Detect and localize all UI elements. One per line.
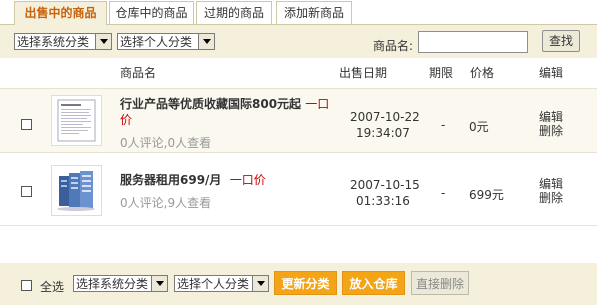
bulk-system-category-value: 选择系统分类	[76, 277, 149, 291]
select-all-checkbox[interactable]	[21, 280, 32, 291]
header-term: 期限	[429, 66, 454, 80]
server-rack-icon	[57, 171, 95, 211]
table-row: 服务器租用699/月 一口价 0人评论,9人查看 2007-10-15 01:3…	[0, 161, 597, 226]
product-title[interactable]: 行业产品等优质收藏国际800元起 一口价	[120, 96, 335, 128]
header-name: 商品名	[120, 66, 157, 80]
sale-time: 01:33:16	[356, 194, 410, 208]
price-type-tag: 一口价	[229, 173, 266, 187]
search-input[interactable]	[418, 31, 528, 53]
table-row: 行业产品等优质收藏国际800元起 一口价 0人评论,0人查看 2007-10-2…	[0, 88, 597, 153]
header-price: 价格	[470, 66, 495, 80]
update-category-button[interactable]: 更新分类	[274, 271, 337, 295]
product-thumbnail[interactable]	[51, 165, 102, 216]
term-value: -	[441, 118, 446, 132]
price-value: 699元	[469, 188, 504, 202]
chevron-down-icon	[198, 34, 214, 49]
header-edit: 编辑	[539, 66, 564, 80]
tab-expired[interactable]: 过期的商品	[196, 1, 272, 24]
chevron-down-icon	[151, 276, 167, 291]
sale-date: 2007-10-22	[350, 110, 420, 124]
product-thumbnail[interactable]	[51, 95, 102, 146]
system-category-value: 选择系统分类	[17, 35, 90, 49]
move-to-warehouse-button[interactable]: 放入仓库	[342, 271, 405, 295]
delete-directly-button[interactable]: 直接删除	[411, 271, 469, 295]
bulk-personal-category-select[interactable]: 选择个人分类	[174, 275, 269, 292]
bulk-system-category-select[interactable]: 选择系统分类	[73, 275, 168, 292]
document-thumbnail-icon	[57, 99, 96, 142]
edit-link[interactable]: 编辑	[539, 177, 563, 191]
tab-on-sale[interactable]: 出售中的商品	[14, 1, 107, 25]
select-all-label: 全选	[40, 280, 65, 294]
product-stats: 0人评论,9人查看	[120, 196, 212, 210]
bulk-action-bar: 全选 选择系统分类 选择个人分类 更新分类 放入仓库 直接删除	[0, 263, 597, 305]
delete-link[interactable]: 删除	[539, 191, 563, 205]
delete-link[interactable]: 删除	[539, 124, 563, 138]
term-value: -	[441, 186, 446, 200]
sale-time: 19:34:07	[356, 126, 410, 140]
product-title-text: 服务器租用699/月	[120, 173, 222, 187]
tab-add-new[interactable]: 添加新商品	[276, 1, 352, 24]
edit-link[interactable]: 编辑	[539, 110, 563, 124]
product-title[interactable]: 服务器租用699/月 一口价	[120, 172, 335, 188]
personal-category-select[interactable]: 选择个人分类	[117, 33, 215, 50]
tab-bar: 出售中的商品 仓库中的商品 过期的商品 添加新商品	[0, 0, 597, 25]
tab-warehouse[interactable]: 仓库中的商品	[109, 1, 194, 24]
row-checkbox[interactable]	[21, 119, 32, 130]
chevron-down-icon	[95, 34, 111, 49]
sale-date: 2007-10-15	[350, 178, 420, 192]
table-header: 商品名 出售日期 期限 价格 编辑	[0, 58, 597, 86]
product-stats: 0人评论,0人查看	[120, 136, 212, 150]
bulk-personal-category-value: 选择个人分类	[177, 277, 250, 291]
product-title-text: 行业产品等优质收藏国际800元起	[120, 97, 302, 111]
chevron-down-icon	[252, 276, 268, 291]
price-value: 0元	[469, 120, 489, 134]
system-category-select[interactable]: 选择系统分类	[14, 33, 112, 50]
header-date: 出售日期	[339, 66, 388, 80]
row-checkbox[interactable]	[21, 186, 32, 197]
product-name-label: 商品名:	[373, 39, 414, 53]
personal-category-value: 选择个人分类	[120, 35, 193, 49]
filter-bar: 选择系统分类 选择个人分类 商品名: 查找	[0, 25, 597, 58]
search-button[interactable]: 查找	[542, 30, 580, 52]
